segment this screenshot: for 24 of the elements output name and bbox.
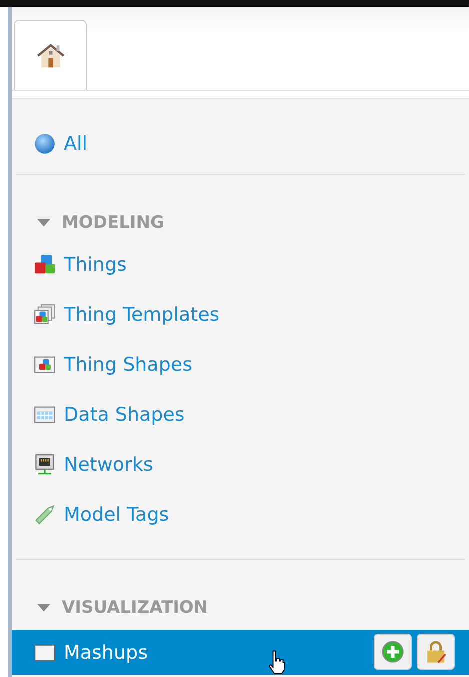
house-icon	[36, 42, 64, 70]
sidebar-item[interactable]: Thing Shapes	[12, 345, 469, 385]
stacked-cards-icon	[34, 304, 56, 326]
section-header: MODELING	[62, 213, 164, 233]
globe-icon	[34, 133, 56, 155]
add-button[interactable]	[374, 634, 412, 670]
sidebar-item[interactable]: Model Tags	[12, 495, 469, 535]
blocks-icon	[34, 254, 56, 276]
sidebar-item[interactable]: All	[12, 124, 469, 164]
section-header: VISUALIZATION	[62, 598, 208, 618]
network-port-icon	[34, 454, 56, 476]
framed-blocks-icon	[34, 354, 56, 376]
table-icon	[34, 404, 56, 426]
collapse-triangle-icon[interactable]	[36, 602, 52, 614]
collapse-triangle-icon[interactable]	[36, 218, 52, 228]
sidebar-item[interactable]: Mashups	[12, 630, 469, 675]
sidebar-item[interactable]: Thing Templates	[12, 295, 469, 335]
tag-icon	[34, 504, 56, 526]
sidebar-item[interactable]: Things	[12, 245, 469, 285]
sidebar-item[interactable]: Networks	[12, 445, 469, 485]
sidebar-item[interactable]: Data Shapes	[12, 395, 469, 435]
permissions-button[interactable]	[417, 634, 455, 670]
home-tab[interactable]	[14, 20, 87, 90]
plus-icon	[381, 640, 405, 664]
